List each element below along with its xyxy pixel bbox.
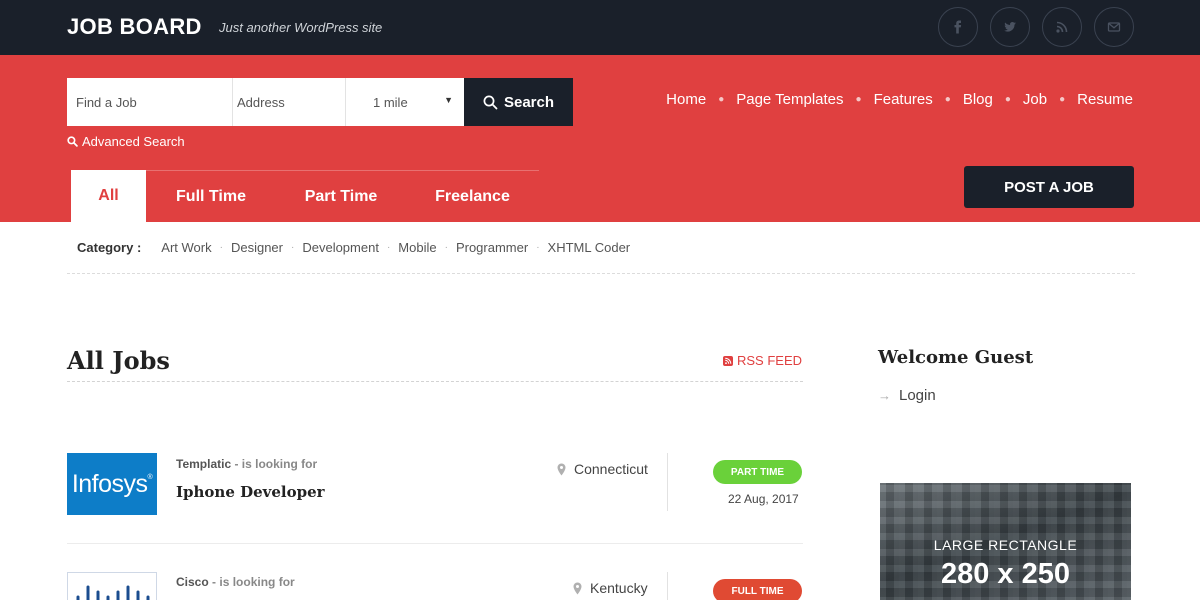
nav-item-resume[interactable]: Resume	[1077, 91, 1133, 108]
nav-separator: ●	[1004, 94, 1011, 105]
category-separator: ·	[444, 242, 448, 253]
map-pin-icon	[573, 582, 582, 594]
nav-item-features[interactable]: Features	[874, 91, 933, 108]
nav-separator: ●	[1059, 94, 1066, 105]
category-link[interactable]: Development	[302, 240, 379, 255]
location-text: Connecticut	[574, 461, 648, 477]
twitter-glyph	[1004, 22, 1016, 32]
job-company: Cisco - is looking for	[176, 575, 295, 589]
category-link[interactable]: Mobile	[398, 240, 436, 255]
location-text: Kentucky	[590, 580, 648, 596]
welcome-heading: Welcome Guest	[878, 347, 1034, 368]
rss-glyph	[1056, 21, 1068, 33]
logo-text: Infosys	[71, 469, 148, 498]
main-nav: Home ● Page Templates ● Features ● Blog …	[666, 91, 1133, 108]
top-bar: JOB BOARD Just another WordPress site	[0, 0, 1200, 55]
map-pin-icon	[557, 463, 566, 475]
facebook-icon[interactable]	[938, 7, 978, 47]
nav-item-job[interactable]: Job	[1023, 91, 1047, 108]
twitter-icon[interactable]	[990, 7, 1030, 47]
category-link[interactable]: Programmer	[456, 240, 528, 255]
ad-line-1: LARGE RECTANGLE	[933, 537, 1078, 553]
category-separator: ·	[386, 242, 391, 253]
search-icon	[67, 136, 78, 147]
job-location: Connecticut	[557, 461, 648, 477]
job-location: Kentucky	[573, 580, 648, 596]
address-input[interactable]: Address	[233, 78, 346, 126]
rss-icon	[722, 355, 733, 366]
arrow-right-icon: →	[878, 388, 891, 403]
tab-freelance[interactable]: Freelance	[406, 170, 539, 222]
caret-down-icon: ▼	[444, 95, 453, 105]
category-link[interactable]: Designer	[231, 240, 283, 255]
radius-value: 1 mile	[373, 94, 408, 110]
heading-divider	[67, 381, 803, 382]
looking-for-text: - is looking for	[234, 457, 318, 471]
category-link[interactable]: Art Work	[161, 240, 211, 255]
cisco-bars-icon	[76, 585, 150, 600]
column-divider	[667, 572, 668, 600]
login-label: Login	[899, 387, 936, 404]
category-label: Category :	[77, 240, 142, 255]
company-name[interactable]: Cisco	[176, 575, 209, 589]
company-logo[interactable]: Infosys ®	[67, 453, 157, 515]
category-separator: ·	[536, 242, 540, 253]
company-name[interactable]: Templatic	[176, 457, 231, 471]
site-logo[interactable]: JOB BOARD	[67, 14, 202, 40]
rss-feed-label: RSS FEED	[736, 353, 802, 368]
nav-item-home[interactable]: Home	[666, 91, 706, 108]
company-logo[interactable]	[67, 572, 157, 600]
advanced-search-label: Advanced Search	[82, 134, 185, 149]
radius-select[interactable]: 1 mile ▼	[346, 78, 464, 126]
category-separator: ·	[219, 242, 223, 253]
nav-separator: ●	[855, 94, 862, 105]
looking-for-text: - is looking for	[212, 575, 295, 589]
tab-full-time[interactable]: Full Time	[146, 170, 276, 222]
category-link[interactable]: XHTML Coder	[548, 240, 631, 255]
advanced-search-link[interactable]: Advanced Search	[67, 134, 185, 149]
search-button[interactable]: Search	[464, 78, 573, 126]
category-bar: Category : Art Work · Designer · Develop…	[67, 222, 1135, 274]
jobs-heading: All Jobs	[67, 346, 170, 375]
job-search-input[interactable]: Find a Job	[67, 78, 233, 126]
ad-line-2: 280 x 250	[940, 558, 1070, 590]
row-divider	[67, 543, 803, 544]
nav-item-blog[interactable]: Blog	[963, 91, 993, 108]
ad-banner[interactable]: LARGE RECTANGLE 280 x 250	[880, 483, 1131, 600]
tab-part-time[interactable]: Part Time	[276, 170, 406, 222]
job-type-badge: FULL TIME	[713, 579, 802, 600]
category-separator: ·	[291, 242, 295, 253]
search-button-label: Search	[503, 93, 555, 111]
login-link[interactable]: → Login	[878, 387, 936, 404]
nav-separator: ●	[944, 94, 951, 105]
email-icon[interactable]	[1094, 7, 1134, 47]
job-date: 22 Aug, 2017	[728, 492, 799, 506]
job-company: Templatic - is looking for	[176, 457, 317, 471]
envelope-glyph	[1107, 22, 1121, 32]
post-job-button[interactable]: POST A JOB	[964, 166, 1134, 208]
site-tagline: Just another WordPress site	[219, 20, 383, 35]
rss-icon[interactable]	[1042, 7, 1082, 47]
job-type-badge: PART TIME	[713, 460, 802, 484]
job-title[interactable]: Iphone Developer	[176, 483, 325, 501]
column-divider	[667, 453, 668, 511]
search-icon	[483, 95, 498, 109]
rss-feed-link[interactable]: RSS FEED	[722, 353, 802, 368]
facebook-glyph	[954, 20, 962, 34]
nav-item-page-templates[interactable]: Page Templates	[736, 91, 843, 108]
tab-all[interactable]: All	[71, 170, 146, 222]
nav-separator: ●	[718, 94, 725, 105]
